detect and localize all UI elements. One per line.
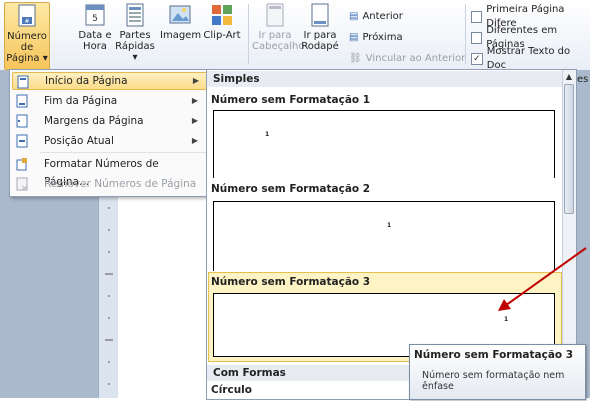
gallery-item-title: Número sem Formatação 1 <box>211 94 371 106</box>
chevron-right-icon: ▶ <box>191 96 198 105</box>
link-to-previous-label: Vincular ao Anterior <box>365 53 466 64</box>
svg-text:5: 5 <box>92 14 98 24</box>
next-icon: ▤ <box>349 32 359 43</box>
page-number-icon: # <box>14 3 40 29</box>
format-page-numbers-icon <box>16 157 28 171</box>
menu-item-current-position[interactable]: Posição Atual ▶ <box>12 132 206 150</box>
next-label: Próxima <box>362 32 403 43</box>
ribbon: # Número de Página ▾ 5 Data e Hora Parte… <box>0 0 590 71</box>
date-time-line1: Data e <box>78 30 112 41</box>
page-top-icon <box>17 75 29 89</box>
menu-separator <box>40 152 206 153</box>
previous-label: Anterior <box>362 11 403 22</box>
menu-item-label: Margens da Página <box>44 115 144 127</box>
chevron-right-icon: ▶ <box>192 76 199 85</box>
scroll-up-icon[interactable]: ▲ <box>564 72 574 82</box>
link-icon: ⛓ <box>349 53 362 64</box>
page-number-label-line2: Página ▾ <box>6 53 48 64</box>
footer-icon <box>307 2 333 28</box>
picture-label: Imagem <box>160 30 202 41</box>
page-bottom-icon <box>16 94 28 108</box>
quick-parts-line2: Rápidas ▾ <box>115 41 155 63</box>
scroll-thumb[interactable] <box>564 84 574 214</box>
menu-item-bottom-of-page[interactable]: Fim da Página ▶ <box>12 92 206 110</box>
menu-item-remove-page-numbers[interactable]: Remover Números de Página <box>12 175 206 193</box>
go-to-header-line2: Cabeçalho <box>252 41 305 52</box>
date-time-line2: Hora <box>83 41 107 52</box>
page-number-label-line1: Número de <box>7 31 47 53</box>
chevron-right-icon: ▶ <box>191 136 198 145</box>
menu-item-top-of-page[interactable]: Início da Página ▶ <box>12 72 208 90</box>
quick-parts-icon <box>122 2 148 28</box>
section-header-simples: Simples <box>207 71 563 87</box>
picture-button[interactable]: Imagem <box>160 2 202 41</box>
quick-parts-line1: Partes <box>119 30 151 41</box>
different-first-page-checkbox[interactable] <box>471 11 483 23</box>
previous-button[interactable]: ▤ Anterior <box>349 10 403 24</box>
page-number-menu: Início da Página ▶ Fim da Página ▶ Marge… <box>9 69 211 197</box>
menu-item-label: Remover Números de Página <box>44 178 197 190</box>
page-number-button[interactable]: # Número de Página ▾ <box>4 2 50 70</box>
annotation-arrow <box>498 247 587 311</box>
ribbon-separator <box>248 4 249 64</box>
document-page[interactable] <box>118 178 208 398</box>
ribbon-separator-2 <box>465 4 466 64</box>
go-to-footer-line1: Ir para <box>303 30 337 41</box>
menu-item-page-margins[interactable]: Margens da Página ▶ <box>12 112 206 130</box>
calendar-icon: 5 <box>82 2 108 28</box>
page-number-preview: 1 <box>265 131 270 138</box>
vertical-ruler <box>98 178 120 398</box>
menu-item-label: Posição Atual <box>44 135 114 147</box>
menu-item-label: Início da Página <box>45 75 128 87</box>
previous-icon: ▤ <box>349 11 359 22</box>
remove-page-numbers-icon <box>16 177 28 191</box>
page-number-preview: 1 <box>387 222 392 229</box>
tooltip: Número sem Formatação 3 Número sem forma… <box>409 344 586 400</box>
next-button[interactable]: ▤ Próxima <box>349 31 403 45</box>
show-document-text-option[interactable]: ✓ Mostrar Texto do Doc <box>471 46 590 71</box>
page-number-label-text: Página <box>6 53 40 64</box>
date-time-button[interactable]: 5 Data e Hora <box>78 2 112 52</box>
gallery-item-title: Número sem Formatação 3 <box>211 276 371 288</box>
clipart-icon <box>209 2 235 28</box>
different-first-page-option[interactable]: Primeira Página Difere <box>471 4 590 29</box>
menu-item-label: Fim da Página <box>44 95 118 107</box>
clipart-button[interactable]: Clip-Art <box>202 2 242 41</box>
ribbon-text-fragment: es <box>577 74 589 85</box>
page-margins-icon <box>16 114 28 128</box>
different-odd-even-option[interactable]: Diferentes em Páginas <box>471 25 590 50</box>
gallery-item-title: Número sem Formatação 2 <box>211 183 371 195</box>
chevron-right-icon: ▶ <box>191 116 198 125</box>
menu-item-format-page-numbers[interactable]: Formatar Números de Página... <box>12 155 206 188</box>
quick-parts-button[interactable]: Partes Rápidas ▾ <box>114 2 156 63</box>
gallery-item-plain-number-1[interactable]: 1 <box>213 110 555 178</box>
go-to-footer-button[interactable]: Ir para Rodapé <box>300 2 340 52</box>
different-odd-even-checkbox[interactable] <box>471 32 483 44</box>
gallery-item-title: Círculo <box>211 384 252 396</box>
current-position-icon <box>16 134 28 148</box>
svg-text:#: # <box>24 18 29 25</box>
quick-parts-line2-text: Rápidas <box>115 41 155 52</box>
clipart-label: Clip-Art <box>203 30 241 41</box>
tooltip-description: Número sem formatação nem ênfase <box>422 370 565 392</box>
picture-icon <box>167 2 193 28</box>
link-to-previous-button[interactable]: ⛓ Vincular ao Anterior <box>349 52 465 66</box>
header-icon <box>262 2 288 28</box>
tooltip-title: Número sem Formatação 3 <box>414 349 574 361</box>
go-to-header-line1: Ir para <box>258 30 292 41</box>
go-to-header-button[interactable]: Ir para Cabeçalho <box>252 2 305 52</box>
show-document-text-checkbox[interactable]: ✓ <box>471 53 483 65</box>
go-to-footer-line2: Rodapé <box>301 41 339 52</box>
